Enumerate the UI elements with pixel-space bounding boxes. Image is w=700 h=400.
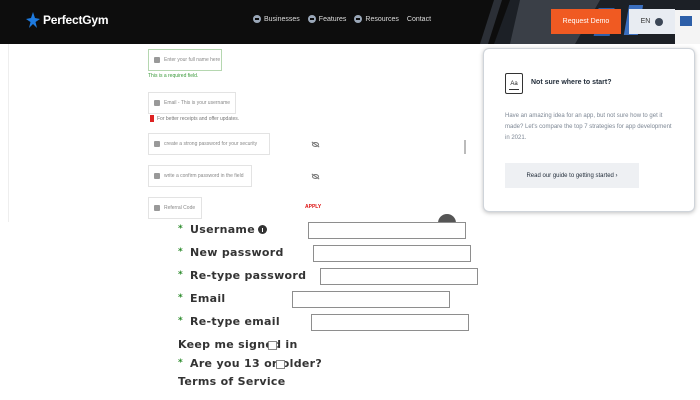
age-label: Are you 13 or older? bbox=[190, 356, 323, 370]
keep-signed-label: Keep me signed in bbox=[178, 337, 298, 351]
offers-note: For better receipts and offer updates. bbox=[150, 115, 239, 122]
request-demo-button[interactable]: Request Demo bbox=[551, 9, 621, 34]
preview-scrollbar bbox=[464, 140, 466, 154]
nav-item-label: Contact bbox=[406, 15, 432, 23]
username-row: * Username bbox=[178, 221, 267, 237]
nav-links: Businesses Features Resources Contact bbox=[253, 15, 431, 23]
nav-item-contact[interactable]: Contact bbox=[407, 16, 431, 23]
page: PerfectGym Businesses Features Resources… bbox=[0, 0, 700, 400]
lock-icon bbox=[154, 173, 160, 179]
required-star: * bbox=[178, 358, 184, 368]
keep-signed-row: Keep me signed in bbox=[178, 336, 298, 352]
logo-text: PerfectGym bbox=[43, 13, 109, 27]
preview-placeholder: create a strong password for your securi… bbox=[164, 141, 258, 147]
chevron-down-icon bbox=[253, 15, 261, 23]
book-icon-text: Aa bbox=[510, 80, 518, 87]
offers-note-text: For better receipts and offer updates. bbox=[157, 115, 240, 122]
nav-item-label: Features bbox=[318, 15, 347, 23]
preview-email-field: Email - This is your username bbox=[148, 92, 236, 114]
age-checkbox[interactable] bbox=[276, 360, 285, 369]
chevron-down-icon bbox=[307, 15, 316, 23]
nav-item-resources[interactable]: Resources bbox=[354, 15, 399, 23]
terms-row: Terms of Service bbox=[178, 373, 285, 389]
retype-password-row: * Re-type password bbox=[178, 267, 306, 283]
guide-card: Aa Not sure where to start? Have an amaz… bbox=[483, 48, 695, 212]
preview-placeholder: Enter your full name here bbox=[164, 57, 221, 63]
required-star: * bbox=[178, 270, 184, 280]
language-selector[interactable]: EN bbox=[629, 9, 675, 34]
nav-item-label: Businesses bbox=[264, 15, 300, 23]
preview-placeholder: write a confirm password in the field bbox=[164, 173, 244, 179]
nav-item-features[interactable]: Features bbox=[307, 15, 347, 23]
preview-password-field: create a strong password for your securi… bbox=[148, 133, 270, 155]
email-row: * Email bbox=[178, 290, 225, 306]
retype-email-input[interactable] bbox=[311, 314, 469, 331]
logo-star-icon bbox=[26, 12, 40, 28]
nav-item-businesses[interactable]: Businesses bbox=[253, 15, 300, 23]
retype-email-row: * Re-type email bbox=[178, 313, 280, 329]
lock-icon bbox=[154, 141, 160, 147]
eye-off-icon bbox=[312, 174, 319, 179]
user-icon bbox=[154, 57, 160, 63]
required-star: * bbox=[178, 316, 184, 326]
language-label: EN bbox=[640, 18, 651, 25]
new-password-input[interactable] bbox=[313, 245, 471, 262]
retype-password-label: Re-type password bbox=[190, 268, 307, 282]
username-label: Username bbox=[190, 222, 255, 236]
retype-password-input[interactable] bbox=[320, 268, 478, 285]
username-input[interactable] bbox=[308, 222, 466, 239]
required-star: * bbox=[178, 293, 184, 303]
eye-off-icon bbox=[312, 142, 319, 147]
chevron-down-icon bbox=[655, 17, 664, 26]
mail-icon bbox=[154, 100, 160, 106]
terms-label: Terms of Service bbox=[178, 374, 286, 388]
retype-email-label: Re-type email bbox=[190, 314, 280, 328]
email-input[interactable] bbox=[292, 291, 450, 308]
info-icon[interactable] bbox=[257, 224, 267, 234]
keep-signed-checkbox[interactable] bbox=[268, 341, 277, 350]
chevron-down-icon bbox=[354, 15, 363, 23]
form-preview-image: Enter your full name here This is a requ… bbox=[8, 44, 466, 222]
user-icon bbox=[154, 205, 160, 211]
age-row: * Are you 13 or older? bbox=[178, 355, 322, 371]
read-guide-button[interactable]: Read our guide to getting started › bbox=[505, 163, 639, 188]
required-note: This is a required field. bbox=[148, 73, 199, 79]
preview-referral-field: Referral Code bbox=[148, 197, 202, 219]
logo[interactable]: PerfectGym bbox=[26, 10, 109, 30]
nav-item-label: Resources bbox=[365, 15, 399, 23]
warning-icon bbox=[150, 115, 154, 122]
new-password-label: New password bbox=[190, 245, 284, 259]
card-title: Not sure where to start? bbox=[531, 79, 612, 86]
top-navbar: PerfectGym Businesses Features Resources… bbox=[0, 0, 700, 44]
new-password-row: * New password bbox=[178, 244, 284, 260]
preview-apply-link: APPLY bbox=[305, 204, 322, 210]
required-star: * bbox=[178, 224, 184, 234]
book-icon: Aa bbox=[505, 73, 523, 94]
required-star: * bbox=[178, 247, 184, 257]
divider bbox=[8, 44, 9, 222]
preview-name-field: Enter your full name here bbox=[148, 49, 222, 71]
preview-retype-field: write a confirm password in the field bbox=[148, 165, 252, 187]
preview-placeholder: Email - This is your username bbox=[164, 100, 231, 106]
card-body: Have an amazing idea for an app, but not… bbox=[505, 113, 672, 141]
email-label: Email bbox=[190, 291, 226, 305]
preview-placeholder: Referral Code bbox=[164, 205, 196, 211]
